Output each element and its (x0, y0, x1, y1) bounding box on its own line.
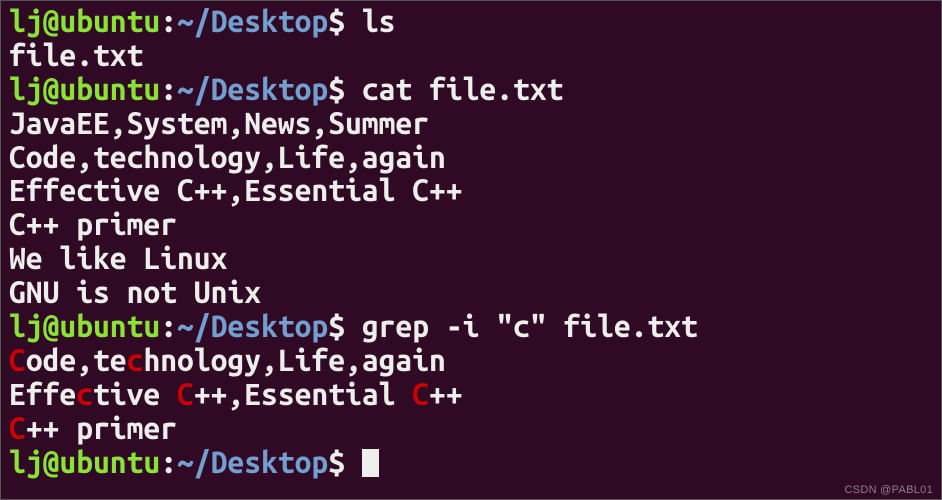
terminal-window[interactable]: lj@ubuntu:~/Desktop$ ls file.txt lj@ubun… (9, 5, 933, 479)
cursor-block (362, 449, 379, 477)
grep-match: c (127, 343, 144, 377)
grep-match: C (9, 411, 26, 445)
grep-match: C (412, 377, 429, 411)
prompt-dollar: $ (328, 72, 362, 106)
prompt-sep: : (160, 72, 177, 106)
output-line: Effective C++,Essential C++ (9, 174, 933, 208)
prompt-path: ~/Desktop (177, 72, 328, 106)
prompt-dollar: $ (328, 309, 362, 343)
grep-match: C (177, 377, 194, 411)
prompt-path: ~/Desktop (177, 445, 328, 479)
prompt-path: ~/Desktop (177, 309, 328, 343)
grep-output-line: Code,technology,Life,again (9, 344, 933, 378)
prompt-line: lj@ubuntu:~/Desktop$ cat file.txt (9, 73, 933, 107)
output-line: JavaEE,System,News,Summer (9, 107, 933, 141)
prompt-line: lj@ubuntu:~/Desktop$ grep -i "c" file.tx… (9, 310, 933, 344)
grep-text: Effe (9, 377, 76, 411)
grep-output-line: Effective C++,Essential C++ (9, 378, 933, 412)
prompt-path: ~/Desktop (177, 4, 328, 38)
output-line: C++ primer (9, 208, 933, 242)
grep-text: tive (93, 377, 177, 411)
prompt-line: lj@ubuntu:~/Desktop$ ls (9, 5, 933, 39)
watermark-text: CSDN @PABL01 (844, 484, 933, 496)
prompt-sep: : (160, 4, 177, 38)
grep-text: ++ (429, 377, 463, 411)
grep-text: ++,Essential (194, 377, 412, 411)
command-text: ls (362, 4, 396, 38)
prompt-user: lj@ubuntu (9, 72, 160, 106)
output-line: file.txt (9, 39, 933, 73)
grep-text: ++ primer (26, 411, 177, 445)
grep-output-line: C++ primer (9, 412, 933, 446)
command-text: grep -i "c" file.txt (362, 309, 698, 343)
prompt-user: lj@ubuntu (9, 445, 160, 479)
prompt-sep: : (160, 309, 177, 343)
prompt-dollar: $ (328, 445, 362, 479)
prompt-sep: : (160, 445, 177, 479)
grep-text: ode,te (26, 343, 127, 377)
prompt-line-active[interactable]: lj@ubuntu:~/Desktop$ (9, 446, 933, 480)
output-line: We like Linux (9, 242, 933, 276)
prompt-user: lj@ubuntu (9, 309, 160, 343)
grep-match: C (9, 343, 26, 377)
command-text: cat file.txt (362, 72, 564, 106)
output-line: Code,technology,Life,again (9, 141, 933, 175)
prompt-dollar: $ (328, 4, 362, 38)
prompt-user: lj@ubuntu (9, 4, 160, 38)
grep-match: c (76, 377, 93, 411)
output-line: GNU is not Unix (9, 276, 933, 310)
grep-text: hnology,Life,again (143, 343, 445, 377)
